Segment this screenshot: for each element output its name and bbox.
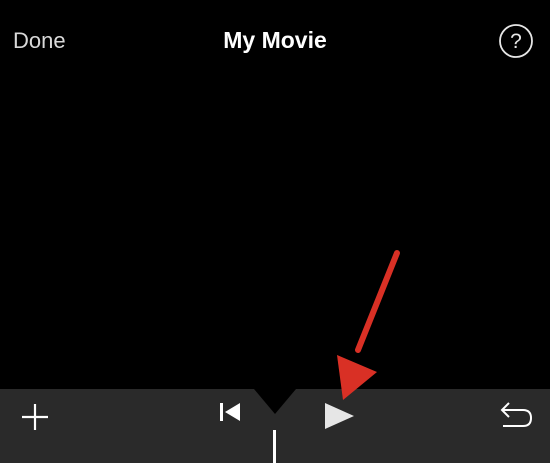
skip-to-start-icon xyxy=(220,403,240,421)
undo-icon xyxy=(500,402,533,427)
playhead-line[interactable] xyxy=(273,430,276,463)
help-icon: ? xyxy=(499,24,533,58)
add-media-button[interactable] xyxy=(20,402,50,432)
help-label: ? xyxy=(510,30,522,53)
navigation-bar: Done My Movie ? xyxy=(0,0,550,84)
undo-button[interactable] xyxy=(499,400,533,430)
skip-to-start-button[interactable] xyxy=(218,401,242,423)
help-button[interactable]: ? xyxy=(499,24,533,58)
done-button[interactable]: Done xyxy=(13,28,66,54)
play-button[interactable] xyxy=(324,402,356,430)
playhead-notch xyxy=(254,389,296,414)
plus-icon xyxy=(22,404,48,430)
play-icon xyxy=(325,403,354,429)
video-viewer xyxy=(0,84,550,389)
page-title: My Movie xyxy=(223,27,327,53)
